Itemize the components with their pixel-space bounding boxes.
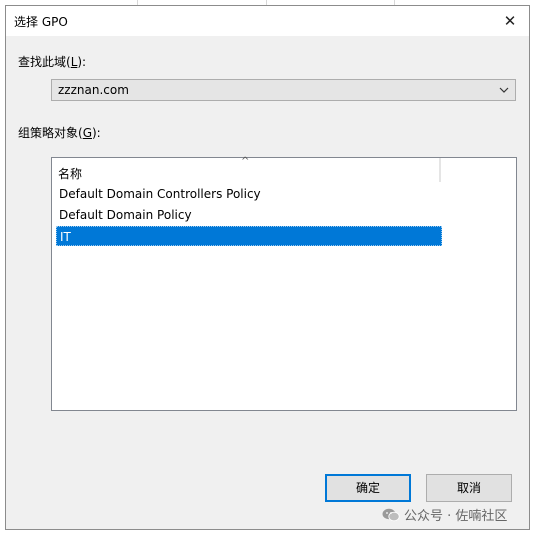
chevron-down-icon — [498, 83, 510, 97]
wechat-icon — [382, 508, 400, 526]
watermark-text: 公众号 · 佐喃社区 — [404, 509, 508, 524]
close-icon: ✕ — [503, 12, 517, 30]
domain-lookup-label: 查找此域(L): — [18, 55, 87, 69]
domain-select-value: zzznan.com — [58, 83, 129, 97]
gpo-list[interactable]: ^ 名称 Default Domain Controllers Policy D… — [51, 156, 517, 411]
close-button[interactable]: ✕ — [497, 8, 523, 34]
gpo-objects-label: 组策略对象(G): — [18, 126, 101, 140]
sort-ascending-icon: ^ — [241, 156, 250, 167]
watermark: 公众号 · 佐喃社区 — [382, 505, 507, 526]
domain-select[interactable]: zzznan.com — [51, 79, 516, 101]
column-separator[interactable] — [440, 158, 441, 182]
column-header-name[interactable]: ^ 名称 — [52, 156, 440, 182]
cancel-button[interactable]: 取消 — [426, 474, 512, 502]
window-title: 选择 GPO — [14, 15, 68, 29]
title-bar: 选择 GPO ✕ — [6, 6, 529, 36]
list-item[interactable]: Default Domain Controllers Policy — [56, 184, 442, 204]
list-item[interactable]: Default Domain Policy — [56, 205, 442, 225]
select-gpo-dialog: 选择 GPO ✕ 查找此域(L): zzznan.com 组策略对象(G): ^… — [5, 5, 530, 530]
list-item-selected[interactable]: IT — [56, 226, 442, 246]
ok-button[interactable]: 确定 — [325, 474, 411, 502]
